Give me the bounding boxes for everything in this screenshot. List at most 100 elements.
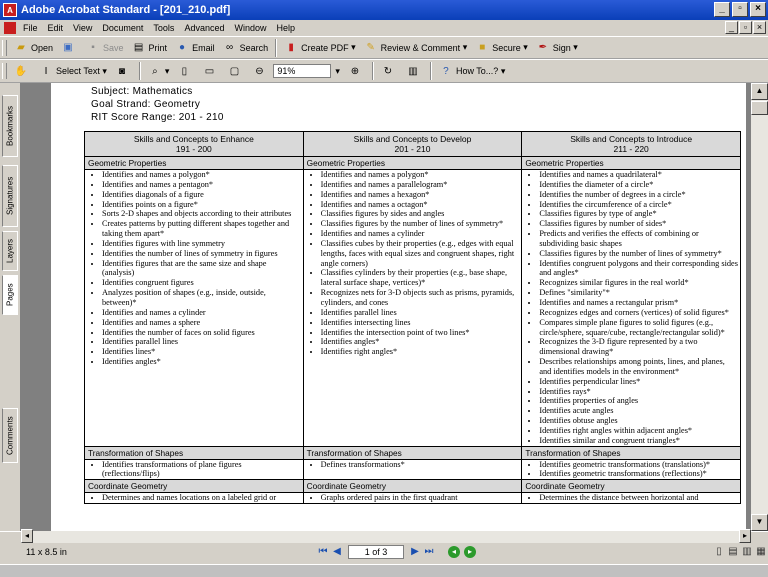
fit-width-button[interactable]: ▢ xyxy=(223,61,248,81)
menu-tools[interactable]: Tools xyxy=(148,23,179,33)
menu-document[interactable]: Document xyxy=(97,23,148,33)
skill-item: Identifies and names a quadrilateral* xyxy=(539,170,738,180)
skill-item: Identifies angles* xyxy=(321,337,520,347)
horizontal-scrollbar[interactable]: ◂ ▸ xyxy=(21,529,751,543)
doc-restore-button[interactable]: ▫ xyxy=(739,21,752,34)
magnifier-icon: ⌕ xyxy=(152,65,158,77)
doc-minimize-button[interactable]: _ xyxy=(725,21,738,34)
review-comment-button[interactable]: ✎ Review & Comment ▾ xyxy=(360,38,472,58)
toolbar-grip[interactable] xyxy=(2,39,7,56)
section-title: Geometric Properties xyxy=(302,156,523,170)
zoom-out-button[interactable]: ⊖ xyxy=(248,61,273,81)
continuous-button[interactable]: ▤ xyxy=(726,545,740,559)
secure-label: Secure xyxy=(492,42,521,53)
menu-file[interactable]: File xyxy=(18,23,43,33)
email-button[interactable]: ● Email xyxy=(171,38,219,58)
print-button[interactable]: ▤ Print xyxy=(128,38,172,58)
zoom-in-button[interactable]: ⊕ xyxy=(344,61,369,81)
how-to-button[interactable]: ? How To...? ▾ xyxy=(435,61,509,81)
doc-close-button[interactable]: × xyxy=(753,21,766,34)
skill-item: Identifies the number of lines of symmet… xyxy=(102,249,301,259)
menu-window[interactable]: Window xyxy=(229,23,271,33)
menu-advanced[interactable]: Advanced xyxy=(179,23,229,33)
last-page-button[interactable]: ⏭ xyxy=(422,545,436,559)
tab-pages[interactable]: Pages xyxy=(2,275,18,315)
skills-cell: Graphs ordered pairs in the first quadra… xyxy=(302,492,523,505)
minimize-button[interactable]: _ xyxy=(714,2,730,17)
skill-item: Identifies figures that are the same siz… xyxy=(102,259,301,279)
window-controls: _ ▫ × xyxy=(714,2,766,17)
zoom-tool-button[interactable]: ⌕ ▾ xyxy=(144,61,174,81)
skill-item: Identifies and names a rectangular prism… xyxy=(539,298,738,308)
skill-item: Identifies lines* xyxy=(102,347,301,357)
save-button[interactable]: ▪ Save xyxy=(82,38,128,58)
tab-layers[interactable]: Layers xyxy=(2,231,18,271)
skill-item: Identifies transformations of plane figu… xyxy=(102,460,301,480)
skill-item: Recognizes the 3-D figure represented by… xyxy=(539,337,738,357)
open-button[interactable]: ▰ Open xyxy=(10,38,57,58)
actual-size-button[interactable]: ▯ xyxy=(173,61,198,81)
skill-item: Identifies acute angles xyxy=(539,406,738,416)
previous-view-button[interactable]: ◂ xyxy=(448,546,460,558)
zoom-in-icon: ⊕ xyxy=(350,65,360,77)
menu-edit[interactable]: Edit xyxy=(43,23,69,33)
tab-bookmarks[interactable]: Bookmarks xyxy=(2,95,18,157)
printer-icon: ▤ xyxy=(133,42,144,53)
fit-page-button[interactable]: ▭ xyxy=(198,61,223,81)
skills-list: Identifies and names a polygon*Identifie… xyxy=(87,170,301,367)
menu-view[interactable]: View xyxy=(68,23,97,33)
sign-button[interactable]: ✒ Sign ▾ xyxy=(532,38,582,58)
skills-list: Determines the distance between horizont… xyxy=(524,493,738,503)
zoom-level-input[interactable]: 91% xyxy=(273,64,332,78)
search-button[interactable]: ∞ Search xyxy=(219,38,273,58)
scroll-right-button[interactable]: ▸ xyxy=(739,529,751,543)
create-pdf-button[interactable]: ▮ Create PDF ▾ xyxy=(280,38,360,58)
scroll-up-button[interactable]: ▲ xyxy=(751,83,768,100)
skill-item: Identifies and names a hexagon* xyxy=(321,190,520,200)
hand-tool-button[interactable]: ✋ xyxy=(10,61,35,81)
scroll-thumb[interactable] xyxy=(751,101,768,115)
snapshot-button[interactable]: ◙ xyxy=(111,61,136,81)
restore-button[interactable]: ▫ xyxy=(732,2,748,17)
scroll-left-button[interactable]: ◂ xyxy=(21,529,33,543)
select-text-button[interactable]: I Select Text ▾ xyxy=(35,61,111,81)
skill-item: Identifies and names a octagon* xyxy=(321,200,520,210)
continuous-facing-button[interactable]: ▥ xyxy=(740,545,754,559)
section-title: Geometric Properties xyxy=(84,156,304,170)
next-page-button[interactable]: ▶ xyxy=(408,545,422,559)
zoom-dropdown[interactable]: ▾ xyxy=(331,61,344,81)
skill-item: Defines "similarity"* xyxy=(539,288,738,298)
section-header-row: Transformation of Shapes Transformation o… xyxy=(84,445,741,460)
sign-label: Sign xyxy=(552,42,571,53)
skill-item: Identifies and names a cylinder xyxy=(102,308,301,318)
skills-list: Identifies and names a polygon*Identifie… xyxy=(306,170,520,357)
menu-help[interactable]: Help xyxy=(271,23,300,33)
tab-comments[interactable]: Comments xyxy=(2,408,18,463)
organizer-button[interactable]: ▣ xyxy=(57,38,82,58)
scroll-down-button[interactable]: ▼ xyxy=(751,514,768,531)
skill-item: Identifies intersecting lines xyxy=(321,318,520,328)
vertical-scrollbar[interactable]: ▲ ▼ xyxy=(751,83,768,531)
page-number-field[interactable]: 1 of 3 xyxy=(348,545,404,559)
secure-button[interactable]: ■ Secure ▾ xyxy=(471,38,532,58)
skills-list: Determines and names locations on a labe… xyxy=(87,493,301,503)
first-page-button[interactable]: ⏮ xyxy=(316,545,330,559)
skills-cell: Identifies transformations of plane figu… xyxy=(84,458,304,481)
next-view-button[interactable]: ▸ xyxy=(464,546,476,558)
toolbar-grip[interactable] xyxy=(2,63,7,79)
page-layout-button[interactable]: ▥ xyxy=(402,61,427,81)
skill-item: Recognizes similar figures in the real w… xyxy=(539,278,738,288)
skill-item: Creates patterns by putting different sh… xyxy=(102,219,301,239)
page-layout-icon: ▥ xyxy=(408,65,418,77)
rotate-button[interactable]: ↻ xyxy=(377,61,402,81)
close-button[interactable]: × xyxy=(750,2,766,17)
skill-item: Identifies perpendicular lines* xyxy=(539,377,738,387)
previous-page-button[interactable]: ◀ xyxy=(330,545,344,559)
facing-button[interactable]: ▦ xyxy=(754,545,768,559)
taskbar xyxy=(0,564,768,577)
single-page-button[interactable]: ▯ xyxy=(712,545,726,559)
hand-icon: ✋ xyxy=(14,65,28,77)
document-icon[interactable] xyxy=(4,22,16,34)
tab-signatures[interactable]: Signatures xyxy=(2,165,18,227)
zoom-out-icon: ⊖ xyxy=(255,65,264,77)
